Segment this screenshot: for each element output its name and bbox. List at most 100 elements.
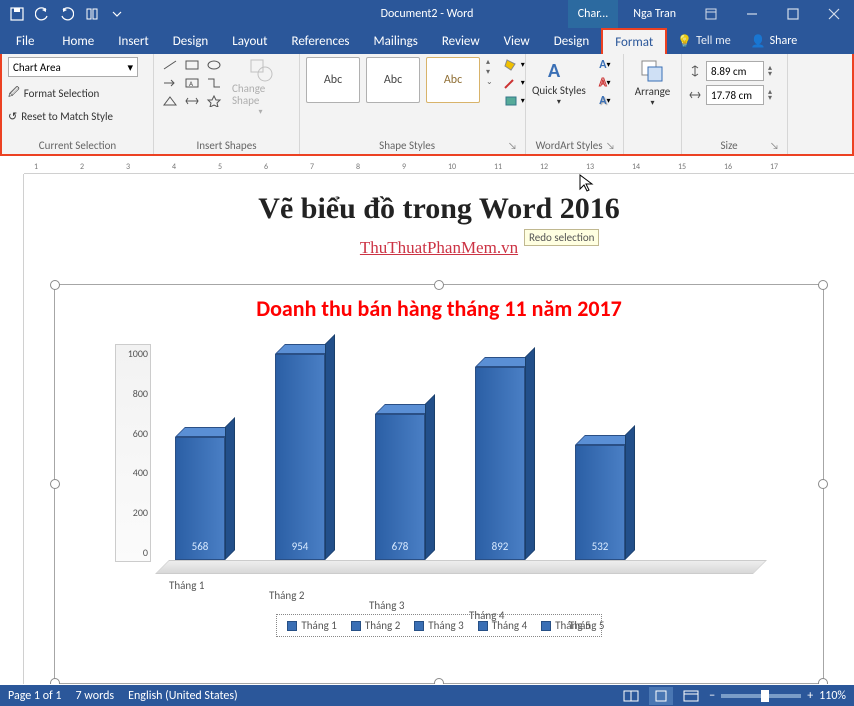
height-input[interactable]: 8.89 cm — [706, 61, 764, 81]
web-layout-icon[interactable] — [679, 687, 703, 705]
selection-handle[interactable] — [434, 280, 444, 290]
chevron-down-icon: ▾ — [127, 61, 133, 74]
dialog-launcher-icon[interactable]: ↘ — [508, 139, 517, 152]
tab-design[interactable]: Design — [161, 28, 220, 54]
format-selection-button[interactable]: 🖉Format Selection — [8, 84, 99, 103]
close-icon[interactable] — [814, 0, 854, 28]
arrange-button[interactable]: Arrange ▾ — [635, 57, 670, 108]
chart-bar[interactable]: 568 — [175, 437, 225, 560]
tab-file[interactable]: File — [0, 28, 50, 54]
print-layout-icon[interactable] — [649, 687, 673, 705]
share-button[interactable]: 👤Share — [741, 34, 808, 49]
shapes-gallery[interactable]: A — [160, 57, 224, 109]
shape-style-2[interactable]: Abc — [366, 57, 420, 103]
shape-arrow-icon[interactable] — [160, 75, 180, 91]
page-indicator[interactable]: Page 1 of 1 — [8, 689, 62, 703]
tab-review[interactable]: Review — [430, 28, 492, 54]
zoom-in-button[interactable]: + — [807, 689, 813, 703]
shape-style-3[interactable]: Abc — [426, 57, 480, 103]
language-indicator[interactable]: English (United States) — [128, 689, 238, 703]
chart-bar[interactable]: 892 — [475, 367, 525, 560]
chart-bar[interactable]: 678 — [375, 414, 425, 560]
tab-view[interactable]: View — [492, 28, 542, 54]
tab-mailings[interactable]: Mailings — [362, 28, 430, 54]
legend-item[interactable]: Tháng 3 — [414, 619, 463, 632]
horizontal-ruler[interactable]: 1234567891011121314151617 — [24, 156, 854, 174]
tab-format[interactable]: Format — [601, 28, 667, 54]
spinner-icon[interactable]: ▴▾ — [768, 65, 772, 78]
redo-icon[interactable] — [56, 3, 78, 25]
ruler-tick: 2 — [80, 162, 84, 172]
tab-chart-design[interactable]: Design — [542, 28, 601, 54]
shape-fill-button[interactable]: ▾ — [503, 57, 525, 73]
gallery-more[interactable]: ▴▾⌄ — [486, 57, 493, 87]
width-input[interactable]: 17.78 cm — [706, 85, 764, 105]
selection-handle[interactable] — [50, 479, 60, 489]
selection-handle[interactable] — [818, 479, 828, 489]
zoom-thumb[interactable] — [761, 690, 769, 702]
document-title: Document2 - Word — [381, 7, 474, 21]
quick-styles-button[interactable]: A Quick Styles ▾ — [532, 57, 586, 107]
shape-doublearrow-icon[interactable] — [182, 93, 202, 109]
shape-triangle-icon[interactable] — [160, 93, 180, 109]
chart-tools-tab[interactable]: Char... — [568, 0, 619, 28]
zoom-level[interactable]: 110% — [819, 689, 846, 703]
tab-insert[interactable]: Insert — [106, 28, 161, 54]
change-shape-button[interactable]: Change Shape ▾ — [228, 57, 293, 117]
ruler-tick: 6 — [264, 162, 268, 172]
qat-more-icon[interactable] — [106, 3, 128, 25]
undo-icon[interactable] — [31, 3, 53, 25]
chart-bar[interactable]: 954 — [275, 354, 325, 560]
shape-style-gallery[interactable]: Abc Abc Abc — [306, 57, 480, 103]
read-mode-icon[interactable] — [619, 687, 643, 705]
shape-effects-button[interactable]: ▾ — [503, 93, 525, 109]
dialog-launcher-icon[interactable]: ↘ — [606, 139, 615, 152]
share-icon: 👤 — [751, 34, 766, 49]
text-effects-button[interactable]: A▾ — [594, 93, 616, 109]
selection-handle[interactable] — [818, 280, 828, 290]
text-fill-button[interactable]: A▾ — [594, 57, 616, 73]
dialog-launcher-icon[interactable]: ↘ — [770, 139, 779, 152]
legend-swatch — [478, 621, 488, 631]
chart-bar[interactable]: 532 — [575, 445, 625, 560]
chart-title[interactable]: Doanh thu bán hàng tháng 11 năm 2017 — [55, 295, 823, 322]
tab-home[interactable]: Home — [50, 28, 106, 54]
chart-element-dropdown[interactable]: Chart Area▾ — [8, 57, 138, 77]
zoom-slider[interactable] — [721, 694, 801, 698]
text-outline-button[interactable]: A▾ — [594, 75, 616, 91]
group-label: Shape Styles↘ — [306, 138, 519, 154]
shape-star-icon[interactable] — [204, 93, 224, 109]
reset-match-style-button[interactable]: ↺Reset to Match Style — [8, 110, 113, 123]
vertical-ruler[interactable] — [0, 174, 24, 684]
shape-rect-icon[interactable] — [182, 57, 202, 73]
chart-legend[interactable]: Tháng 1Tháng 2Tháng 3Tháng 4Tháng 5 — [276, 614, 601, 637]
zoom-out-button[interactable]: − — [709, 689, 715, 703]
tab-references[interactable]: References — [280, 28, 362, 54]
ribbon-options-icon[interactable] — [691, 0, 731, 28]
tell-me[interactable]: 💡Tell me — [667, 34, 740, 49]
minimize-icon[interactable] — [732, 0, 772, 28]
chart-object[interactable]: Doanh thu bán hàng tháng 11 năm 2017 020… — [54, 284, 824, 684]
spinner-icon[interactable]: ▴▾ — [768, 89, 772, 102]
selection-handle[interactable] — [50, 280, 60, 290]
shape-style-1[interactable]: Abc — [306, 57, 360, 103]
shape-textbox-icon[interactable]: A — [182, 75, 202, 91]
shape-oval-icon[interactable] — [204, 57, 224, 73]
legend-item[interactable]: Tháng 1 — [287, 619, 336, 632]
maximize-icon[interactable] — [773, 0, 813, 28]
shape-elbow-icon[interactable] — [204, 75, 224, 91]
shape-outline-button[interactable]: ▾ — [503, 75, 525, 91]
ruler-tick: 17 — [770, 162, 778, 172]
chart-plot-area[interactable]: 02004006008001000 568954678892532 Tháng … — [155, 344, 753, 574]
account-name[interactable]: Nga Tran — [619, 7, 690, 21]
document-canvas[interactable]: Vẽ biểu đồ trong Word 2016 ThuThuatPhanM… — [24, 174, 854, 684]
quick-access-toolbar — [0, 3, 128, 25]
touch-mode-icon[interactable] — [81, 3, 103, 25]
legend-item[interactable]: Tháng 2 — [351, 619, 400, 632]
save-icon[interactable] — [6, 3, 28, 25]
reset-icon: ↺ — [8, 110, 17, 123]
word-count[interactable]: 7 words — [76, 689, 115, 703]
shape-line-icon[interactable] — [160, 57, 180, 73]
group-shape-styles: Abc Abc Abc ▴▾⌄ ▾ ▾ ▾ Shape Styles↘ — [300, 54, 526, 154]
tab-layout[interactable]: Layout — [220, 28, 279, 54]
